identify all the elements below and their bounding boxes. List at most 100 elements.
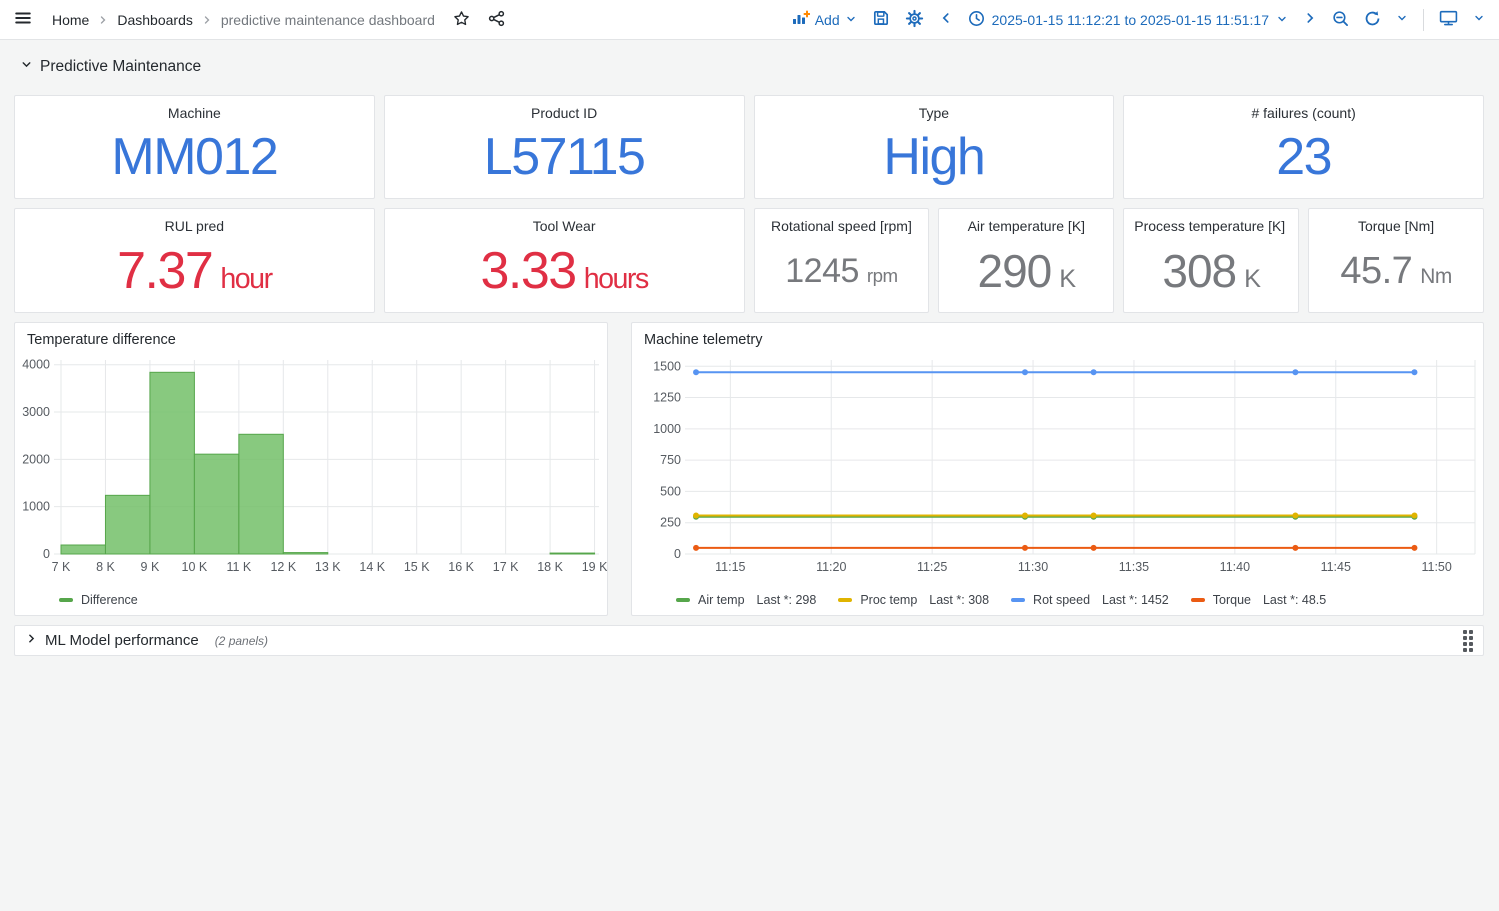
data-point[interactable] [693,369,699,375]
save-dashboard-button[interactable] [872,9,890,30]
stat-value: 3.33hours [481,245,648,297]
stat-panel-rotational-speed: Rotational speed [rpm] 1245rpm [754,208,930,313]
refresh-icon [1364,10,1381,30]
histogram-bar[interactable] [194,454,238,554]
charts-row: Temperature difference 7 K8 K9 K10 K11 K… [14,322,1484,616]
panel-title[interactable]: RUL pred [25,218,364,236]
panel-title[interactable]: # failures (count) [1134,105,1473,123]
favorite-star-button[interactable] [453,10,470,30]
stat-value: 45.7Nm [1340,252,1451,290]
tv-mode-button[interactable] [1439,9,1458,30]
data-point[interactable] [1292,545,1298,551]
legend-label: Rot speed [1033,593,1090,607]
axis-tick-label: 11:25 [917,560,947,574]
time-shift-forward-button[interactable] [1303,11,1317,28]
data-point[interactable] [1411,545,1417,551]
data-point[interactable] [1091,369,1097,375]
stat-value: MM012 [111,131,277,183]
panel-title[interactable]: Tool Wear [395,218,734,236]
axis-tick-label: 10 K [182,560,208,574]
data-point[interactable] [693,512,699,518]
row-drag-handle[interactable] [1463,630,1473,652]
panel-title[interactable]: Air temperature [K] [949,218,1103,236]
legend-item-difference[interactable]: Difference [59,593,138,607]
chevron-right-icon [25,632,38,650]
data-point[interactable] [1022,545,1028,551]
dashboard-settings-button[interactable] [905,9,924,31]
legend-last-value: Last *: 1452 [1102,593,1169,607]
tv-mode-dropdown[interactable] [1473,12,1485,27]
histogram-svg: 7 K8 K9 K10 K11 K12 K13 K14 K15 K16 K17 … [15,350,607,580]
panel-title[interactable]: Machine [25,105,364,123]
row-ml-model-performance[interactable]: ML Model performance (2 panels) [14,625,1484,656]
breadcrumb-current: predictive maintenance dashboard [221,12,435,28]
breadcrumb-home[interactable]: Home [52,12,89,28]
legend-item-air-temp[interactable]: Air tempLast *: 298 [676,593,816,607]
nav-left: Home Dashboards predictive maintenance d… [0,9,505,30]
histogram-bar[interactable] [61,545,105,554]
axis-tick-label: 14 K [359,560,385,574]
data-point[interactable] [1091,512,1097,518]
histogram-bar[interactable] [150,372,194,554]
histogram-bar[interactable] [105,495,149,554]
breadcrumb-dashboards[interactable]: Dashboards [117,12,193,28]
time-range-picker[interactable]: 2025-01-15 11:12:21 to 2025-01-15 11:51:… [968,10,1288,30]
axis-tick-label: 9 K [141,560,160,574]
axis-tick-label: 0 [674,547,681,561]
panel-title[interactable]: Product ID [395,105,734,123]
data-point[interactable] [1022,369,1028,375]
stat-value: L57115 [484,131,645,183]
panel-title[interactable]: Rotational speed [rpm] [765,218,919,236]
panel-title[interactable]: Temperature difference [15,323,607,350]
stat-panel-failures: # failures (count) 23 [1123,95,1484,199]
panel-title[interactable]: Machine telemetry [632,323,1483,350]
share-icon [488,10,505,30]
axis-tick-label: 1500 [653,359,681,373]
add-panel-button[interactable]: Add [792,10,857,29]
caret-down-icon [1276,12,1288,28]
data-point[interactable] [1411,512,1417,518]
axis-tick-label: 17 K [493,560,519,574]
menu-toggle-button[interactable] [14,9,32,30]
legend-label: Air temp [698,593,745,607]
legend-item-torque[interactable]: TorqueLast *: 48.5 [1191,593,1326,607]
axis-tick-label: 4000 [22,358,50,372]
legend-swatch [838,598,852,602]
refresh-interval-dropdown[interactable] [1396,12,1408,27]
refresh-button[interactable] [1364,10,1381,30]
axis-tick-label: 16 K [448,560,474,574]
stat-unit: rpm [867,265,898,286]
legend-swatch [59,598,73,602]
hamburger-icon [14,9,32,30]
panel-title[interactable]: Torque [Nm] [1319,218,1473,236]
data-point[interactable] [1292,369,1298,375]
star-icon [453,10,470,30]
stat-unit: hours [584,263,648,295]
row-title: ML Model performance [45,632,199,649]
time-shift-back-button[interactable] [939,11,953,28]
data-point[interactable] [1411,369,1417,375]
histogram-bar[interactable] [550,553,594,554]
histogram-bar[interactable] [239,434,283,554]
panel-title[interactable]: Process temperature [K] [1134,218,1288,236]
legend-item-rot-speed[interactable]: Rot speed Last *: 1452 [1011,593,1169,607]
histogram-chart: 7 K8 K9 K10 K11 K12 K13 K14 K15 K16 K17 … [15,350,607,593]
stat-panel-product-id: Product ID L57115 [384,95,745,199]
legend-item-proc-temp[interactable]: Proc tempLast *: 308 [838,593,989,607]
nav-right: Add 2025-01-15 11:12:21 to 2025-01-15 11… [792,9,1499,31]
zoom-out-time-button[interactable] [1332,10,1349,30]
data-point[interactable] [1091,545,1097,551]
legend-label: Proc temp [860,593,917,607]
row-predictive-maintenance[interactable]: Predictive Maintenance [20,58,201,76]
add-panel-icon [792,10,810,29]
axis-tick-label: 1000 [653,422,681,436]
share-button[interactable] [488,10,505,30]
stat-value: 1245rpm [785,254,897,288]
panel-temperature-difference: Temperature difference 7 K8 K9 K10 K11 K… [14,322,608,616]
breadcrumb: Home Dashboards predictive maintenance d… [52,12,435,28]
data-point[interactable] [1022,512,1028,518]
data-point[interactable] [1292,512,1298,518]
panel-title[interactable]: Type [765,105,1104,123]
data-point[interactable] [693,545,699,551]
histogram-bar[interactable] [283,553,327,554]
